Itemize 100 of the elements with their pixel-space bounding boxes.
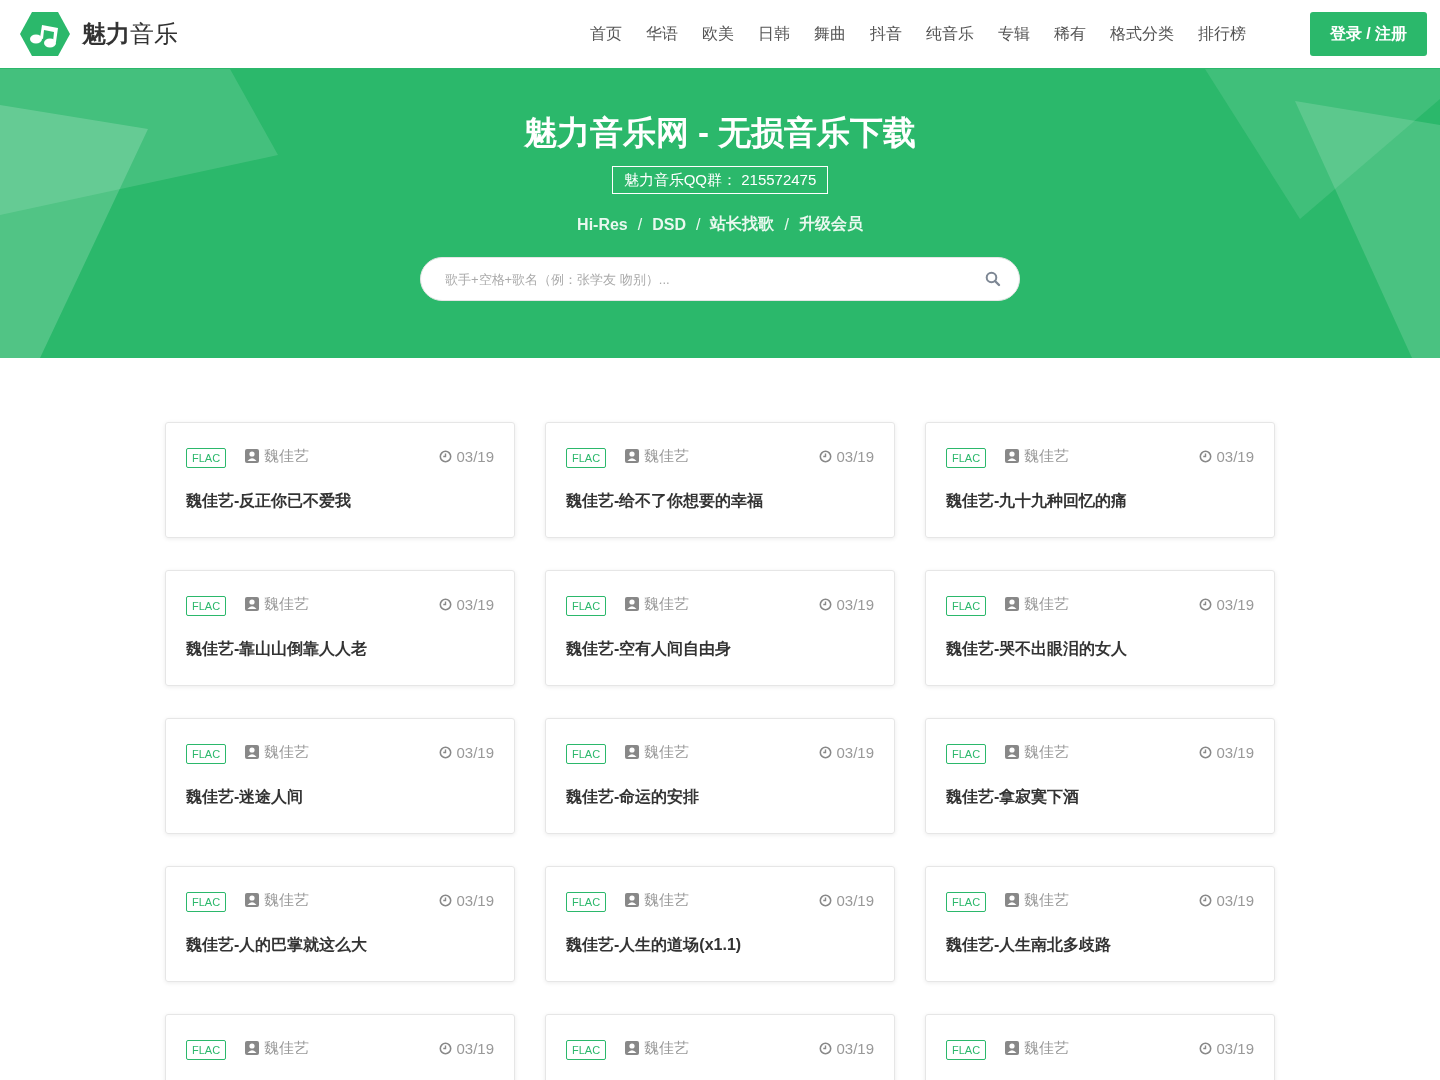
format-tag: FLAC bbox=[186, 448, 227, 468]
song-card[interactable]: FLAC 魏佳艺 03/19 魏佳艺-九十九种回忆的痛 bbox=[925, 422, 1275, 538]
person-icon bbox=[1005, 745, 1020, 759]
date-text: 03/19 bbox=[836, 595, 874, 613]
person-icon bbox=[1005, 893, 1020, 907]
song-title[interactable]: 魏佳艺-反正你已不爱我 bbox=[186, 491, 494, 512]
format-tag: FLAC bbox=[186, 1040, 227, 1060]
song-title[interactable]: 魏佳艺-拿寂寞下酒 bbox=[946, 787, 1254, 808]
date-text: 03/19 bbox=[836, 743, 874, 761]
format-tag: FLAC bbox=[566, 448, 607, 468]
song-card[interactable]: FLAC 魏佳艺 03/19 魏佳艺-拿寂寞下酒 bbox=[925, 718, 1275, 834]
format-tag: FLAC bbox=[946, 596, 987, 616]
clock-icon bbox=[439, 1041, 453, 1055]
date-text: 03/19 bbox=[1216, 1039, 1254, 1057]
nav-link[interactable]: 排行榜 bbox=[1186, 0, 1258, 68]
song-card[interactable]: FLAC 魏佳艺 03/19 魏佳艺-给不了你想要的幸福 bbox=[545, 422, 895, 538]
music-note-icon bbox=[20, 12, 70, 56]
nav-link[interactable]: 日韩 bbox=[746, 0, 802, 68]
person-icon bbox=[625, 449, 640, 463]
nav-link[interactable]: 抖音 bbox=[858, 0, 914, 68]
clock-icon bbox=[439, 597, 453, 611]
nav-link[interactable]: 欧美 bbox=[690, 0, 746, 68]
clock-icon bbox=[819, 1041, 833, 1055]
song-title[interactable]: 魏佳艺-人生南北多歧路 bbox=[946, 935, 1254, 956]
format-tag: FLAC bbox=[566, 596, 607, 616]
person-icon bbox=[625, 1041, 640, 1055]
format-tag: FLAC bbox=[186, 596, 227, 616]
clock-icon bbox=[819, 893, 833, 907]
person-icon bbox=[1005, 597, 1020, 611]
song-card[interactable]: FLAC 魏佳艺 03/19 魏佳艺-哭不出眼泪的女人 bbox=[925, 570, 1275, 686]
clock-icon bbox=[819, 449, 833, 463]
separator: / bbox=[696, 215, 701, 234]
person-icon bbox=[245, 893, 260, 907]
song-title[interactable]: 魏佳艺-人生的道场(x1.1) bbox=[566, 935, 874, 956]
format-tag: FLAC bbox=[566, 892, 607, 912]
song-title[interactable]: 魏佳艺-命运的安排 bbox=[566, 787, 874, 808]
clock-icon bbox=[1199, 597, 1213, 611]
clock-icon bbox=[439, 449, 453, 463]
person-icon bbox=[625, 597, 640, 611]
format-tag: FLAC bbox=[566, 1040, 607, 1060]
format-tag: FLAC bbox=[566, 744, 607, 764]
song-card[interactable]: FLAC 魏佳艺 03/19 魏佳艺-命运的安排 bbox=[545, 718, 895, 834]
site-logo[interactable]: 魅力音乐 bbox=[20, 12, 178, 56]
clock-icon bbox=[439, 745, 453, 759]
song-card[interactable]: FLAC 魏佳艺 03/19 魏佳艺-反正你已不爱我 bbox=[165, 422, 515, 538]
nav-link[interactable]: 专辑 bbox=[986, 0, 1042, 68]
format-tag: FLAC bbox=[186, 744, 227, 764]
search-icon[interactable] bbox=[985, 271, 1001, 287]
hero-title: 魅力音乐网 - 无损音乐下载 bbox=[523, 113, 917, 153]
date-text: 03/19 bbox=[1216, 743, 1254, 761]
format-tag: FLAC bbox=[946, 744, 987, 764]
song-card[interactable]: FLAC 魏佳艺 03/19 魏佳艺-空有人间自由身 bbox=[545, 570, 895, 686]
nav-link[interactable]: 格式分类 bbox=[1098, 0, 1186, 68]
song-title[interactable]: 魏佳艺-哭不出眼泪的女人 bbox=[946, 639, 1254, 660]
song-title[interactable]: 魏佳艺-迷途人间 bbox=[186, 787, 494, 808]
song-title[interactable]: 魏佳艺-九十九种回忆的痛 bbox=[946, 491, 1254, 512]
separator: / bbox=[637, 215, 643, 234]
format-tag: FLAC bbox=[946, 892, 987, 912]
date-text: 03/19 bbox=[456, 595, 494, 613]
qq-group-label: 魅力音乐QQ群： 215572475 bbox=[611, 166, 829, 194]
format-tag: FLAC bbox=[946, 448, 987, 468]
format-tag: FLAC bbox=[946, 1040, 987, 1060]
search-field[interactable]: 歌手+空格+歌名（例：张学友 吻别）... bbox=[420, 257, 1020, 301]
person-icon bbox=[245, 597, 260, 611]
clock-icon bbox=[819, 597, 833, 611]
song-title[interactable]: 魏佳艺-给不了你想要的幸福 bbox=[566, 491, 874, 512]
song-title[interactable]: 魏佳艺-空有人间自由身 bbox=[566, 639, 874, 660]
song-card[interactable]: FLAC 魏佳艺 03/19 魏佳艺-人生南北多歧路 bbox=[925, 866, 1275, 982]
clock-icon bbox=[1199, 893, 1213, 907]
song-card[interactable]: FLAC 魏佳艺 03/19 魏佳艺-迷途人间 bbox=[165, 718, 515, 834]
nav-link[interactable]: 纯音乐 bbox=[914, 0, 986, 68]
clock-icon bbox=[1199, 745, 1213, 759]
person-icon bbox=[1005, 449, 1020, 463]
date-text: 03/19 bbox=[1216, 891, 1254, 909]
nav-link[interactable]: 首页 bbox=[578, 0, 634, 68]
nav-link[interactable]: 舞曲 bbox=[802, 0, 858, 68]
separator: / bbox=[784, 215, 789, 234]
date-text: 03/19 bbox=[456, 891, 494, 909]
song-card[interactable]: FLAC 魏佳艺 03/19 魏佳艺-人的巴掌就这么大 bbox=[165, 866, 515, 982]
date-text: 03/19 bbox=[836, 447, 874, 465]
date-text: 03/19 bbox=[456, 743, 494, 761]
song-title[interactable]: 魏佳艺-靠山山倒靠人人老 bbox=[186, 639, 494, 660]
person-icon bbox=[245, 1041, 260, 1055]
format-tag: FLAC bbox=[186, 892, 227, 912]
date-text: 03/19 bbox=[456, 1039, 494, 1057]
nav-link[interactable]: 稀有 bbox=[1042, 0, 1098, 68]
song-card[interactable]: FLAC 魏佳艺 03/19 魏佳艺-人生的道场(x1.1) bbox=[545, 866, 895, 982]
clock-icon bbox=[439, 893, 453, 907]
clock-icon bbox=[1199, 449, 1213, 463]
clock-icon bbox=[819, 745, 833, 759]
person-icon bbox=[625, 893, 640, 907]
clock-icon bbox=[1199, 1041, 1213, 1055]
date-text: 03/19 bbox=[1216, 447, 1254, 465]
person-icon bbox=[625, 745, 640, 759]
song-card[interactable]: FLAC 魏佳艺 03/19 魏佳艺-靠山山倒靠人人老 bbox=[165, 570, 515, 686]
date-text: 03/19 bbox=[1216, 595, 1254, 613]
person-icon bbox=[245, 449, 260, 463]
song-title[interactable]: 魏佳艺-人的巴掌就这么大 bbox=[186, 935, 494, 956]
nav-link[interactable]: 华语 bbox=[634, 0, 690, 68]
date-text: 03/19 bbox=[836, 891, 874, 909]
